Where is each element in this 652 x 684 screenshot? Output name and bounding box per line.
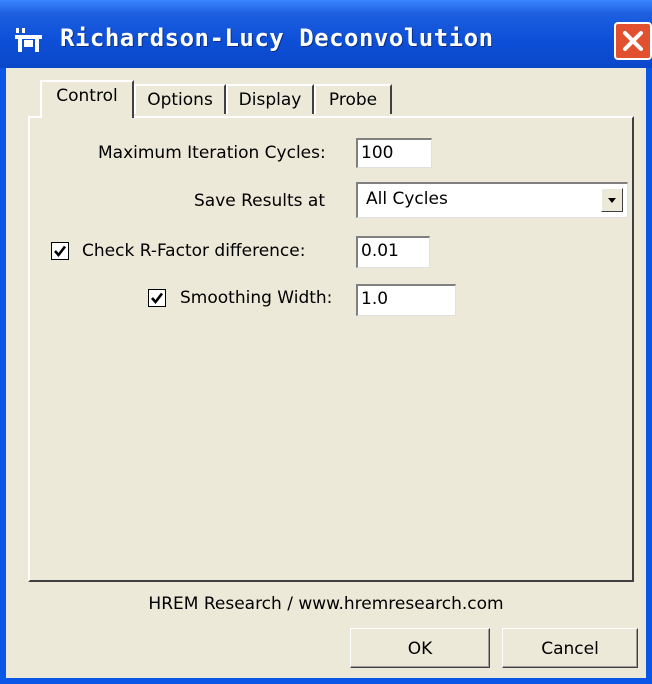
close-icon [623,31,643,51]
ok-button-label: OK [407,639,433,659]
close-button[interactable] [614,22,652,60]
tab-probe-label: Probe [328,90,378,110]
tab-options-label: Options [147,90,213,110]
tab-options[interactable]: Options [134,84,226,114]
tab-display[interactable]: Display [226,84,314,114]
cancel-button-label: Cancel [541,639,599,659]
tab-panel-control [28,116,634,582]
tab-control[interactable]: Control [40,80,134,118]
app-icon[interactable] [14,26,44,54]
window-title: Richardson-Lucy Deconvolution [60,24,494,52]
tab-control-label: Control [56,86,118,106]
title-bar[interactable]: Richardson-Lucy Deconvolution [0,0,652,68]
dialog-window: Richardson-Lucy Deconvolution Control Op… [0,0,652,684]
credit-text: HREM Research / www.hremresearch.com [148,594,504,614]
ok-button[interactable]: OK [350,628,490,668]
cancel-button[interactable]: Cancel [502,628,638,668]
tab-probe[interactable]: Probe [314,84,392,114]
tab-display-label: Display [238,90,302,110]
